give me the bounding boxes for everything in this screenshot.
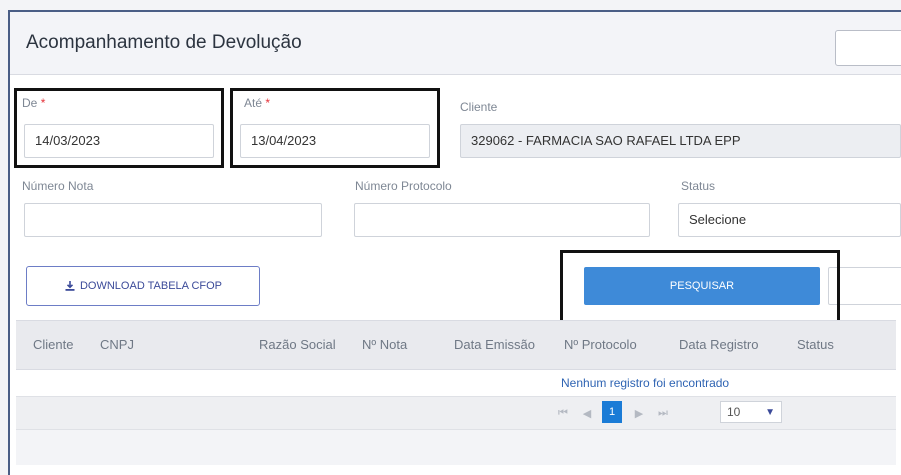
column-header-data-emissao[interactable]: Data Emissão — [454, 337, 535, 352]
header-action-button[interactable] — [835, 30, 901, 66]
chevron-down-icon: ▼ — [765, 406, 775, 418]
column-header-status[interactable]: Status — [797, 337, 834, 352]
numero-nota-label: Número Nota — [22, 179, 94, 193]
cliente-field: 329062 - FARMACIA SAO RAFAEL LTDA EPP — [460, 124, 901, 158]
results-table-header: Cliente CNPJ Razão Social Nº Nota Data E… — [16, 320, 896, 370]
column-header-razao-social[interactable]: Razão Social — [259, 337, 336, 352]
column-header-numero-nota[interactable]: Nº Nota — [362, 337, 407, 352]
table-footer — [16, 430, 896, 465]
status-label: Status — [681, 179, 716, 193]
download-cfop-label: DOWNLOAD TABELA CFOP — [79, 280, 222, 292]
highlight-box-ate — [230, 88, 440, 168]
empty-results-row: Nenhum registro foi encontrado — [16, 370, 896, 396]
previous-page-icon[interactable]: ◀ — [578, 403, 596, 423]
column-header-data-registro[interactable]: Data Registro — [679, 337, 758, 352]
page-size-select[interactable]: 10 ▼ — [720, 401, 782, 423]
first-page-icon[interactable]: ⏮ — [554, 403, 572, 423]
page-size-value: 10 — [727, 405, 741, 419]
numero-protocolo-input[interactable] — [354, 203, 650, 237]
empty-results-message: Nenhum registro foi encontrado — [561, 376, 730, 390]
column-header-cliente[interactable]: Cliente — [33, 337, 73, 352]
status-select[interactable]: Selecione — [678, 203, 901, 237]
cliente-label: Cliente — [460, 100, 498, 114]
download-cfop-button[interactable]: DOWNLOAD TABELA CFOP — [26, 266, 260, 306]
page-header: Acompanhamento de Devolução — [10, 12, 901, 75]
download-icon — [65, 281, 75, 291]
column-header-numero-protocolo[interactable]: Nº Protocolo — [564, 337, 637, 352]
page-title: Acompanhamento de Devolução — [26, 32, 302, 53]
pagination-bar: ⏮ ◀ 1 ▶ ⏭ 10 ▼ — [16, 396, 896, 430]
column-header-cnpj[interactable]: CNPJ — [100, 337, 134, 352]
numero-nota-input[interactable] — [24, 203, 322, 237]
last-page-icon[interactable]: ⏭ — [654, 403, 672, 423]
highlight-box-de — [14, 88, 224, 168]
next-page-icon[interactable]: ▶ — [630, 403, 648, 423]
page-number-current[interactable]: 1 — [602, 401, 622, 423]
numero-protocolo-label: Número Protocolo — [355, 179, 452, 193]
